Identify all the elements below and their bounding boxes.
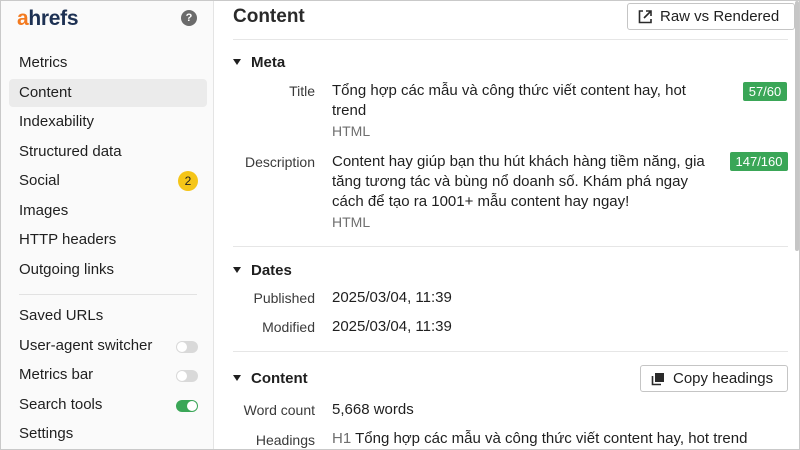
dates-section-toggle[interactable]: Dates (233, 262, 292, 279)
sidebar-item-http-headers[interactable]: HTTP headers (9, 226, 207, 254)
sidebar-item-saved-urls[interactable]: Saved URLs (9, 302, 207, 330)
sidebar-item-search-tools[interactable]: Search tools (9, 391, 207, 419)
modified-label: Modified (262, 319, 315, 335)
meta-section-toggle[interactable]: Meta (233, 54, 285, 71)
title-label: Title (289, 83, 315, 99)
meta-title-source: HTML (332, 123, 371, 139)
caret-down-icon (233, 375, 241, 381)
h1-tag: H1 (332, 430, 352, 447)
ahrefs-logo[interactable]: ahrefs (17, 7, 79, 31)
raw-vs-rendered-button[interactable]: Raw vs Rendered (627, 3, 795, 30)
sidebar-divider (19, 294, 197, 295)
search-tools-toggle[interactable] (176, 400, 198, 412)
page-title: Content (233, 6, 305, 27)
content-section-toggle[interactable]: Content (233, 370, 308, 387)
description-length-badge: 147/160 (730, 152, 788, 171)
copy-icon (651, 373, 664, 386)
headings-label: Headings (255, 432, 315, 448)
meta-description-value: Content hay giúp bạn thu hút khách hàng … (332, 153, 705, 210)
content-panel: Content Raw vs Rendered Meta Title Tổng … (215, 1, 799, 449)
sidebar-item-indexability[interactable]: Indexability (9, 108, 207, 136)
sidebar-item-metrics-bar[interactable]: Metrics bar (9, 361, 207, 389)
user-agent-switcher-toggle[interactable] (176, 341, 198, 353)
sidebar-item-user-agent-switcher[interactable]: User-agent switcher (9, 332, 207, 360)
meta-title-value: Tổng hợp các mẫu và công thức viết conte… (332, 82, 686, 119)
copy-headings-button[interactable]: Copy headings (640, 365, 788, 392)
h1-heading-text: Tổng hợp các mẫu và công thức viết conte… (355, 430, 748, 447)
external-link-icon (638, 10, 652, 24)
sidebar-item-outgoing-links[interactable]: Outgoing links (9, 256, 207, 284)
caret-down-icon (233, 267, 241, 273)
word-count-value: 5,668 words (332, 401, 414, 418)
sidebar-item-metrics[interactable]: Metrics (9, 49, 207, 77)
title-divider (233, 39, 788, 40)
dates-divider (233, 351, 788, 352)
caret-down-icon (233, 59, 241, 65)
sidebar-item-settings[interactable]: Settings (9, 420, 207, 448)
sidebar-item-content[interactable]: Content (9, 79, 207, 107)
title-length-badge: 57/60 (743, 82, 787, 101)
sidebar-item-structured-data[interactable]: Structured data (9, 138, 207, 166)
social-count-badge: 2 (178, 171, 198, 191)
sidebar-item-images[interactable]: Images (9, 197, 207, 225)
sidebar: ahrefs ? Metrics Content Indexability St… (1, 1, 214, 449)
modified-date: 2025/03/04, 11:39 (332, 318, 452, 335)
question-circle-icon[interactable]: ? (181, 10, 197, 26)
published-label: Published (253, 290, 316, 306)
meta-divider (233, 246, 788, 247)
metrics-bar-toggle[interactable] (176, 370, 198, 382)
h1-heading-row: H1 Tổng hợp các mẫu và công thức viết co… (332, 429, 792, 449)
sidebar-item-social[interactable]: Social 2 (9, 167, 207, 195)
word-count-label: Word count (243, 402, 315, 418)
description-label: Description (244, 154, 315, 170)
meta-description-source: HTML (332, 214, 371, 230)
scrollbar[interactable] (795, 1, 799, 251)
published-date: 2025/03/04, 11:39 (332, 289, 452, 306)
